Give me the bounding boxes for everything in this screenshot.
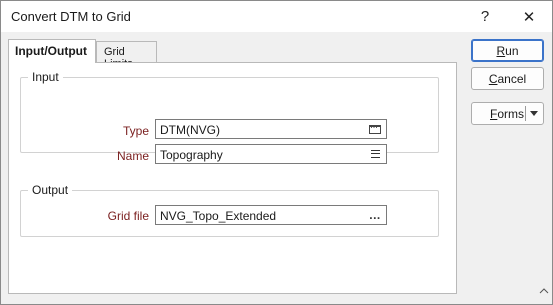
grid-file-label: Grid file bbox=[107, 209, 149, 223]
output-group-legend: Output bbox=[28, 183, 73, 197]
help-button[interactable]: ? bbox=[463, 1, 507, 32]
list-icon[interactable] bbox=[367, 147, 383, 161]
help-icon: ? bbox=[480, 8, 490, 25]
close-button[interactable]: ✕ bbox=[507, 1, 551, 32]
tab-input-output[interactable]: Input/Output bbox=[8, 39, 96, 63]
chevron-up-icon[interactable] bbox=[539, 288, 549, 294]
tab-panel: Input Type DTM(NVG) Name Topography Outp… bbox=[8, 62, 457, 294]
chevron-down-icon[interactable] bbox=[530, 111, 538, 116]
ellipsis-icon[interactable]: ... bbox=[367, 208, 383, 222]
close-icon: ✕ bbox=[522, 8, 536, 26]
forms-label: orms bbox=[497, 106, 525, 121]
window-title: Convert DTM to Grid bbox=[11, 9, 131, 24]
dialog-content: Input/Output Grid Limits Input Type DTM(… bbox=[1, 32, 552, 304]
run-label: un bbox=[505, 43, 519, 58]
type-label: Type bbox=[122, 124, 149, 138]
title-bar: Convert DTM to Grid ? ✕ bbox=[1, 1, 552, 32]
dialog-window: Convert DTM to Grid ? ✕ Input/Output Gri… bbox=[0, 0, 553, 305]
name-label: Name bbox=[116, 149, 149, 163]
grid-file-value: NVG_Topo_Extended bbox=[160, 209, 277, 223]
input-group: Input bbox=[20, 70, 439, 153]
forms-button[interactable]: Forms bbox=[471, 102, 544, 125]
browse-icon[interactable] bbox=[367, 122, 383, 136]
name-field[interactable]: Topography bbox=[155, 144, 387, 164]
forms-mnemonic: F bbox=[490, 106, 498, 121]
run-button[interactable]: Run bbox=[471, 39, 544, 62]
forms-separator bbox=[525, 106, 526, 121]
tab-grid-limits[interactable]: Grid Limits bbox=[96, 41, 157, 70]
cancel-label: ancel bbox=[497, 71, 527, 86]
cancel-button[interactable]: Cancel bbox=[471, 67, 544, 90]
grid-file-field[interactable]: NVG_Topo_Extended ... bbox=[155, 205, 387, 225]
type-value: DTM(NVG) bbox=[160, 123, 220, 137]
cancel-mnemonic: C bbox=[488, 71, 498, 86]
type-field[interactable]: DTM(NVG) bbox=[155, 119, 387, 139]
run-mnemonic: R bbox=[496, 43, 506, 58]
name-value: Topography bbox=[160, 148, 223, 162]
input-group-legend: Input bbox=[28, 70, 63, 84]
